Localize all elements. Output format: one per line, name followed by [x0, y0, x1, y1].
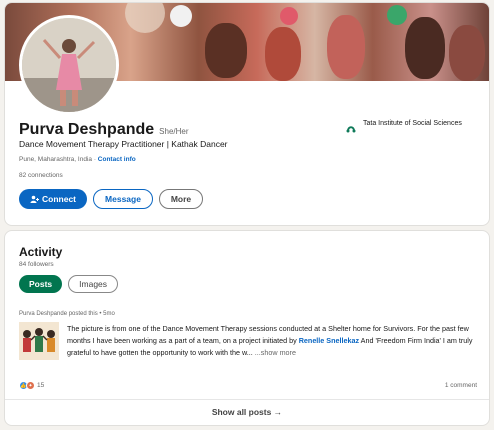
profile-actions: Connect Message More — [19, 189, 203, 209]
post-mention-link[interactable]: Renelle Snellekaz — [299, 336, 359, 345]
post-thumbnail[interactable] — [19, 322, 59, 360]
profile-name: Purva Deshpande — [19, 121, 155, 138]
profile-location: Pune, Maharashtra, India — [19, 156, 92, 163]
activity-title: Activity — [19, 245, 63, 259]
profile-headline: Dance Movement Therapy Practitioner | Ka… — [19, 139, 228, 149]
connect-button[interactable]: Connect — [19, 189, 87, 209]
profile-card: Purva Deshpande She/Her Dance Movement T… — [4, 2, 490, 226]
profile-avatar[interactable] — [19, 15, 119, 115]
organization-logo-icon — [345, 122, 357, 134]
post-body[interactable]: The picture is from one of the Dance Mov… — [67, 323, 485, 359]
reactions-summary[interactable]: 👍 ✦ 15 — [19, 381, 44, 390]
activity-card: Activity 84 followers Posts Images Purva… — [4, 230, 490, 426]
activity-tabs: Posts Images — [19, 275, 119, 293]
organization-name: Tata Institute of Social Sciences — [363, 120, 462, 127]
message-button[interactable]: Message — [93, 189, 153, 209]
post-meta: Purva Deshpande posted this • 5mo — [19, 311, 115, 317]
organization-link[interactable]: Tata Institute of Social Sciences — [345, 118, 465, 134]
celebrate-reaction-icon: ✦ — [26, 381, 35, 390]
profile-pronouns: She/Her — [159, 127, 189, 136]
contact-info-link[interactable]: Contact info — [98, 156, 136, 163]
divider — [5, 399, 489, 400]
reaction-count: 15 — [37, 382, 45, 389]
location-row: Pune, Maharashtra, India · Contact info — [19, 156, 136, 163]
post-image — [19, 322, 59, 360]
comment-count[interactable]: 1 comment — [445, 382, 477, 389]
add-person-icon — [30, 195, 39, 203]
avatar-photo — [22, 18, 116, 112]
tab-posts[interactable]: Posts — [19, 275, 63, 293]
tab-images[interactable]: Images — [68, 275, 119, 293]
more-button[interactable]: More — [159, 189, 203, 209]
connections-count[interactable]: 82 connections — [19, 172, 63, 179]
show-more-link[interactable]: ...show more — [255, 348, 296, 357]
followers-count: 84 followers — [19, 261, 54, 268]
show-all-posts-button[interactable]: Show all posts → — [5, 407, 489, 417]
connect-label: Connect — [42, 194, 76, 204]
name-row: Purva Deshpande She/Her — [19, 121, 189, 139]
